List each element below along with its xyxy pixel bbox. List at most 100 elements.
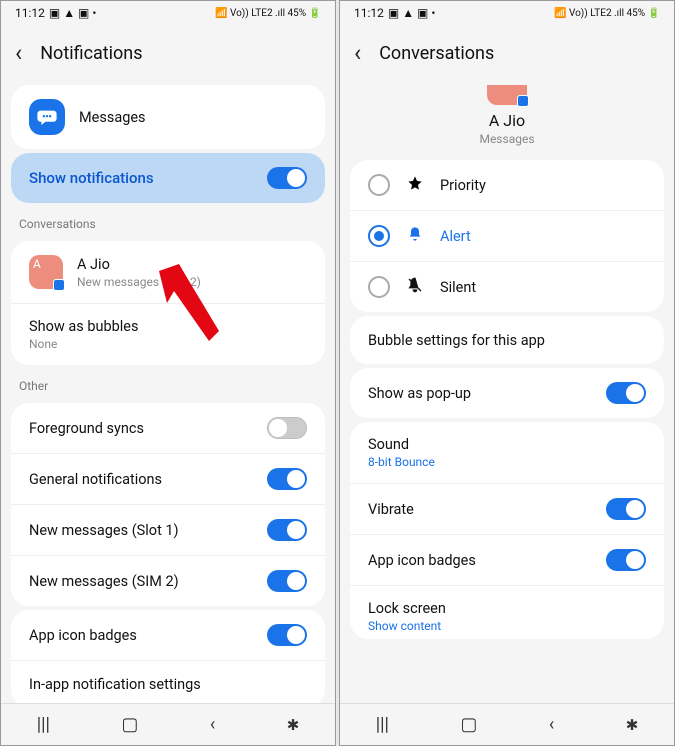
nav-bar: ||| ▢ ‹ ✱ (340, 703, 674, 745)
content-left: Messages Show notifications Conversation… (1, 81, 335, 703)
show-as-popup-toggle[interactable] (606, 382, 646, 404)
new-messages-sim2-toggle[interactable] (267, 570, 307, 592)
alert-options-card: Priority Alert Silent (350, 160, 664, 312)
other-card: Foreground syncs General notifications N… (11, 403, 325, 606)
contact-sub: Messages (340, 132, 674, 146)
avatar-initial: A (33, 257, 41, 271)
bottom-card: App icon badges In-app notification sett… (11, 610, 325, 703)
contact-name: A Jio (340, 111, 674, 130)
sound-sub: 8-bit Bounce (368, 455, 646, 469)
app-icon-badges-toggle[interactable] (606, 549, 646, 571)
show-notifications-label: Show notifications (29, 169, 154, 187)
accessibility-button[interactable]: ✱ (287, 716, 300, 734)
other-label: Foreground syncs (29, 420, 253, 437)
phone-left: 11:12 ▣ ▲ ▣ • 📶 Vo)) LTE2 .ıll 45% 🔋 ‹ N… (0, 0, 336, 746)
recents-button[interactable]: ||| (376, 714, 389, 735)
sound-title: Sound (368, 436, 646, 453)
status-time: 11:12 (15, 6, 45, 20)
status-time: 11:12 (354, 6, 384, 20)
bubbles-sub: None (29, 337, 307, 351)
foreground-syncs-toggle[interactable] (267, 417, 307, 439)
bell-off-icon (404, 277, 426, 297)
other-label: General notifications (29, 471, 253, 488)
conversation-item[interactable]: A A Jio New messages (SIM 2) (11, 241, 325, 303)
accessibility-button[interactable]: ✱ (626, 716, 639, 734)
status-bar: 11:12 ▣ ▲ ▣ • 📶 Vo)) LTE2 .ıll 45% 🔋 (340, 1, 674, 25)
back-nav-button[interactable]: ‹ (549, 714, 554, 735)
other-label: New messages (Slot 1) (29, 522, 253, 539)
page-title: Conversations (379, 43, 494, 64)
star-icon (404, 175, 426, 195)
app-row[interactable]: Messages (11, 85, 325, 149)
silent-radio[interactable] (368, 276, 390, 298)
vibrate-toggle[interactable] (606, 498, 646, 520)
app-card: Messages (11, 85, 325, 149)
bubble-settings-label: Bubble settings for this app (368, 332, 646, 349)
section-other: Other (1, 369, 335, 399)
back-button[interactable]: ‹ (15, 41, 22, 65)
alert-radio[interactable] (368, 225, 390, 247)
home-button[interactable]: ▢ (121, 714, 138, 735)
option-label: Silent (440, 279, 476, 296)
conversation-sub: New messages (SIM 2) (77, 275, 307, 289)
priority-radio[interactable] (368, 174, 390, 196)
new-messages-slot1-row[interactable]: New messages (Slot 1) (11, 504, 325, 555)
section-conversations: Conversations (1, 207, 335, 237)
avatar-badge-icon (53, 279, 65, 291)
priority-option[interactable]: Priority (350, 160, 664, 210)
general-notifications-row[interactable]: General notifications (11, 453, 325, 504)
new-messages-sim2-row[interactable]: New messages (SIM 2) (11, 555, 325, 606)
vibrate-label: Vibrate (368, 501, 592, 518)
home-button[interactable]: ▢ (460, 714, 477, 735)
lock-sub: Show content (368, 619, 646, 633)
app-icon-badges-row[interactable]: App icon badges (350, 534, 664, 585)
conversation-header: A Jio Messages (340, 81, 674, 156)
content-right: A Jio Messages Priority Alert (340, 81, 674, 703)
alert-option[interactable]: Alert (350, 210, 664, 261)
app-icon-badges-toggle[interactable] (267, 624, 307, 646)
silent-option[interactable]: Silent (350, 261, 664, 312)
show-as-bubbles-row[interactable]: Show as bubbles None (11, 303, 325, 365)
lock-title: Lock screen (368, 600, 646, 617)
in-app-settings-row[interactable]: In-app notification settings (11, 660, 325, 703)
general-notifications-toggle[interactable] (267, 468, 307, 490)
bell-icon (404, 226, 426, 246)
new-messages-slot1-toggle[interactable] (267, 519, 307, 541)
show-notifications-toggle[interactable] (267, 167, 307, 189)
app-name: Messages (79, 109, 307, 126)
app-icon-badges-row[interactable]: App icon badges (11, 610, 325, 660)
inapp-label: In-app notification settings (29, 676, 307, 693)
status-icons-left: ▣ ▲ ▣ • (49, 6, 97, 20)
option-label: Priority (440, 177, 486, 194)
sound-row[interactable]: Sound 8-bit Bounce (350, 422, 664, 483)
status-bar: 11:12 ▣ ▲ ▣ • 📶 Vo)) LTE2 .ıll 45% 🔋 (1, 1, 335, 25)
nav-bar: ||| ▢ ‹ ✱ (1, 703, 335, 745)
popup-label: Show as pop-up (368, 385, 592, 402)
status-icons-right: 📶 Vo)) LTE2 .ıll 45% 🔋 (554, 8, 660, 19)
vibrate-row[interactable]: Vibrate (350, 483, 664, 534)
status-icons-right: 📶 Vo)) LTE2 .ıll 45% 🔋 (215, 8, 321, 19)
back-button[interactable]: ‹ (354, 41, 361, 65)
bubble-settings-row[interactable]: Bubble settings for this app (350, 316, 664, 364)
other-label: New messages (SIM 2) (29, 573, 253, 590)
page-title: Notifications (40, 43, 142, 64)
messages-app-icon (29, 99, 65, 135)
show-notifications-row[interactable]: Show notifications (11, 153, 325, 203)
foreground-syncs-row[interactable]: Foreground syncs (11, 403, 325, 453)
avatar-icon: A (29, 255, 63, 289)
avatar-badge-icon (517, 95, 529, 107)
lock-screen-row[interactable]: Lock screen Show content (350, 585, 664, 639)
back-nav-button[interactable]: ‹ (210, 714, 215, 735)
conversations-card: A A Jio New messages (SIM 2) Show as bub… (11, 241, 325, 365)
show-as-popup-row[interactable]: Show as pop-up (350, 368, 664, 418)
popup-card: Show as pop-up (350, 368, 664, 418)
bubbles-title: Show as bubbles (29, 318, 307, 335)
badges-label: App icon badges (29, 627, 253, 644)
conversation-name: A Jio (77, 256, 307, 273)
option-label: Alert (440, 228, 471, 245)
badges-label: App icon badges (368, 552, 592, 569)
avatar-icon (487, 85, 527, 105)
recents-button[interactable]: ||| (37, 714, 50, 735)
header: ‹ Conversations (340, 25, 674, 81)
bubble-settings-card: Bubble settings for this app (350, 316, 664, 364)
